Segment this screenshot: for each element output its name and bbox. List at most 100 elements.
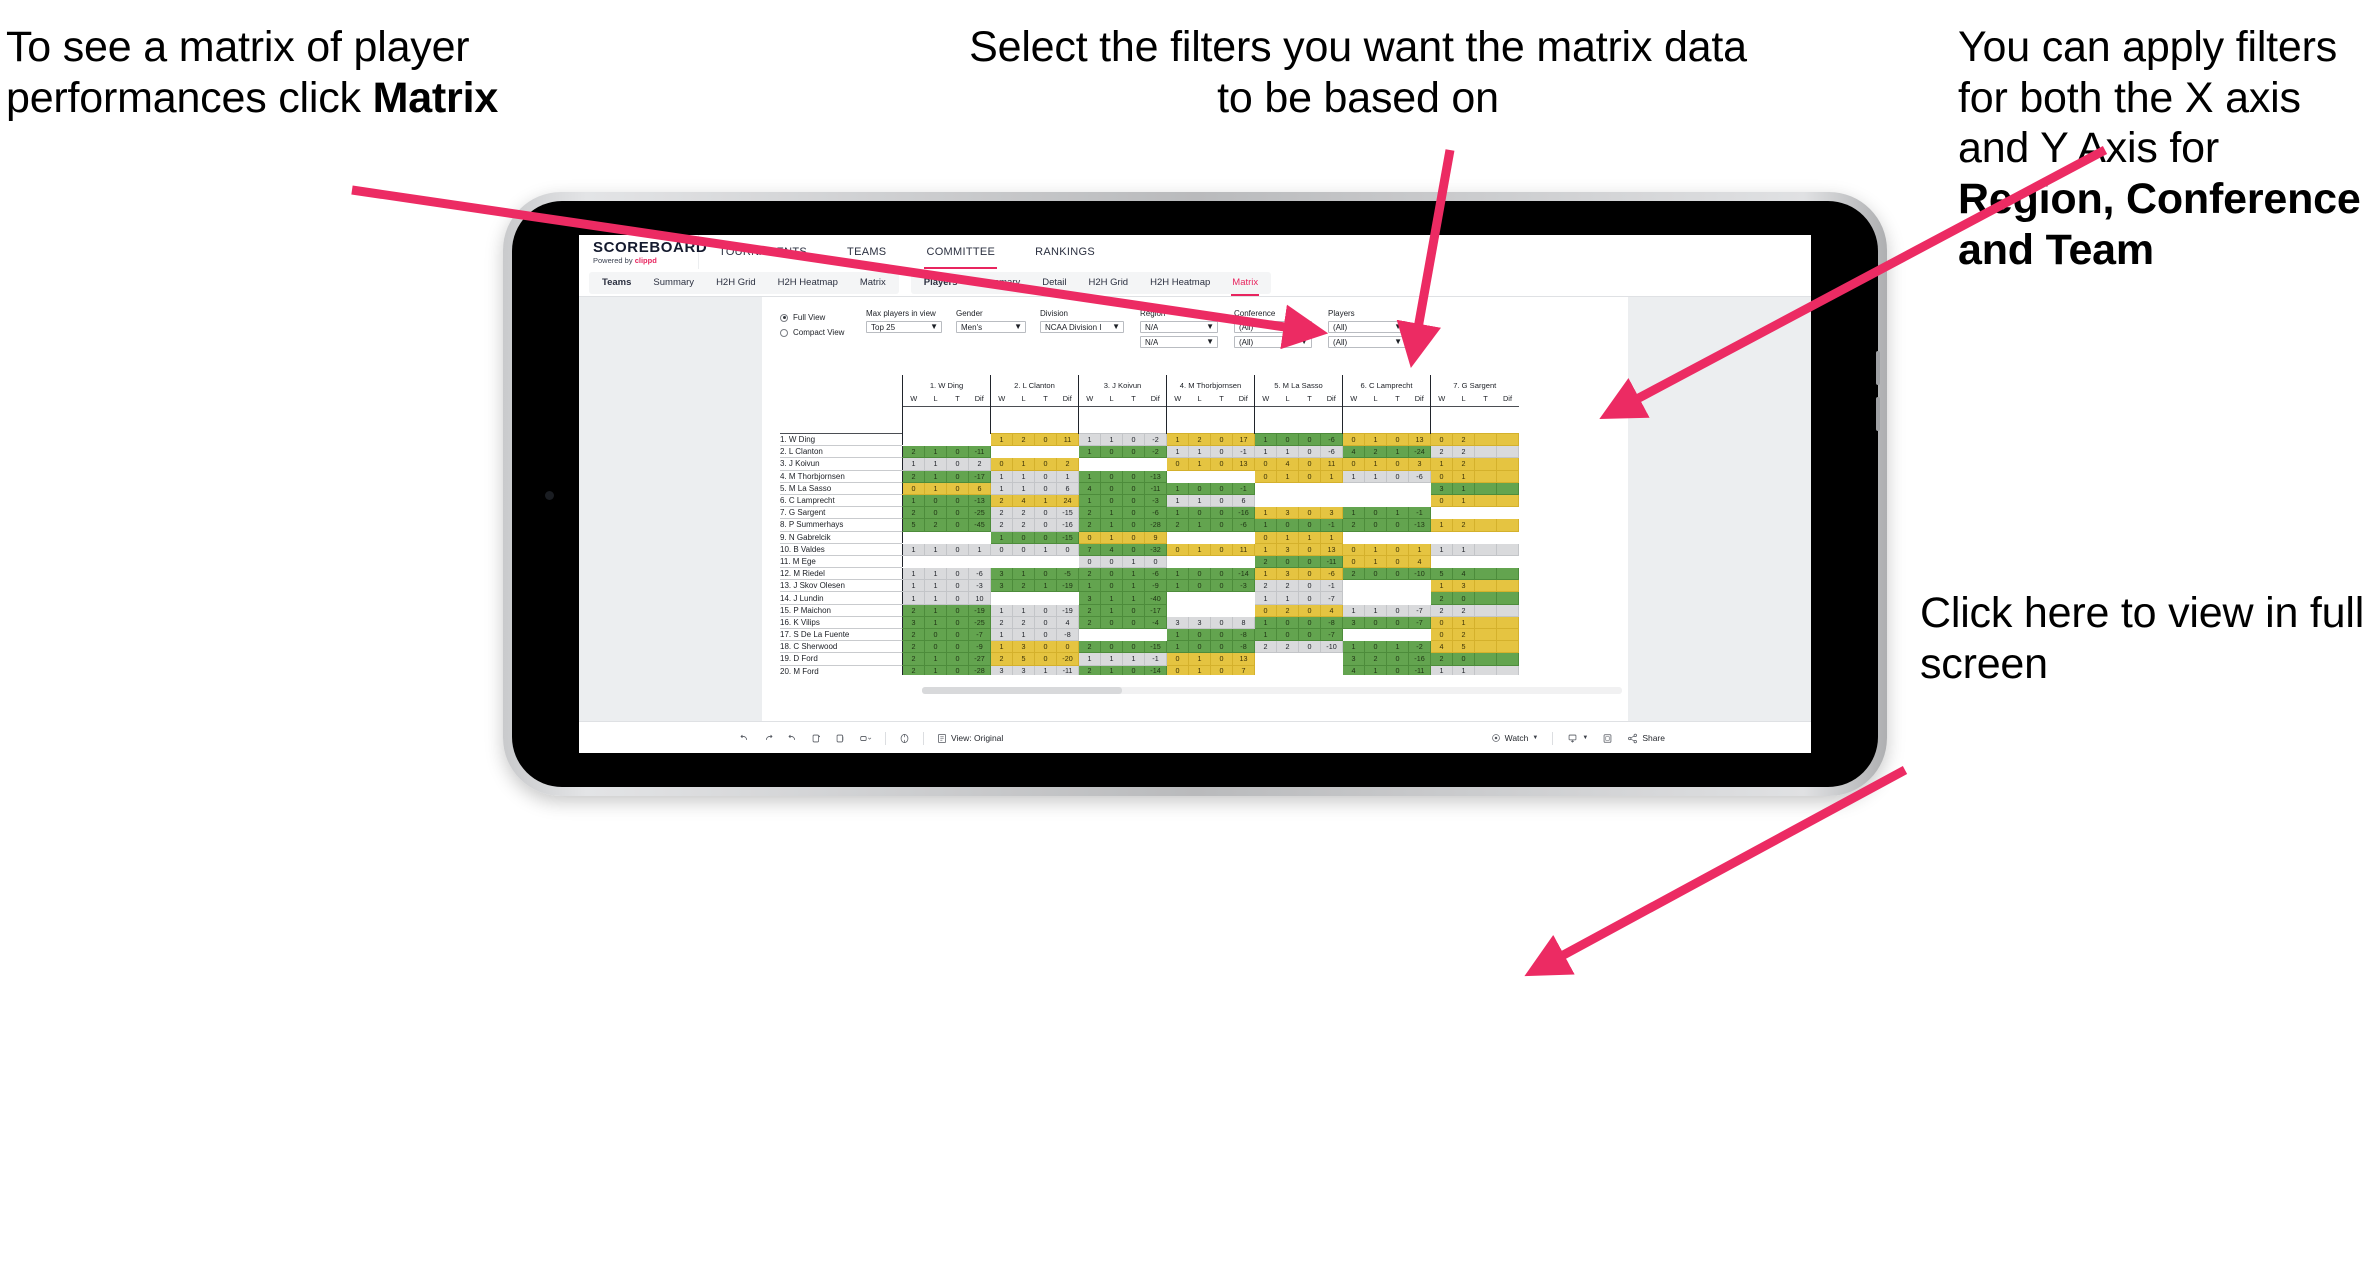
matrix-cell[interactable]: 13 [1320,542,1343,556]
matrix-cell[interactable] [1166,591,1189,605]
matrix-cell[interactable] [1474,567,1497,581]
matrix-cell[interactable] [1298,493,1321,508]
matrix-cell[interactable] [1474,652,1497,666]
table-row[interactable]: 6. C Lamprecht 1 0 0 -13 2 4 1 24 1 0 0 -3 1 1 0 6 0 1 [780,493,1519,508]
matrix-cell[interactable] [1496,481,1519,495]
matrix-cell[interactable]: -8 [1320,615,1343,630]
matrix-cell[interactable]: 1 [902,493,925,508]
matrix-cell[interactable]: 0 [1210,579,1233,593]
matrix-cell[interactable]: -14 [1232,567,1255,581]
matrix-cell[interactable]: 0 [1298,579,1321,593]
matrix-cell[interactable]: -6 [1320,432,1343,447]
matrix-cell[interactable]: 11 [1320,457,1343,471]
matrix-cell[interactable] [1474,615,1497,630]
matrix-cell[interactable] [1254,493,1277,508]
matrix-cell[interactable] [1496,591,1519,605]
matrix-cell[interactable]: 0 [1034,518,1057,532]
filter-region-y-select[interactable]: N/A ▼ [1140,336,1218,348]
matrix-cell[interactable]: 0 [1210,445,1233,459]
matrix-cell[interactable]: 2 [1342,518,1365,532]
matrix-cell[interactable] [1474,579,1497,593]
matrix-cell[interactable]: 0 [1298,518,1321,532]
matrix-cell[interactable]: 0 [946,542,969,556]
matrix-cell[interactable]: 3 [1430,481,1453,495]
matrix-cell[interactable] [1496,506,1519,520]
matrix-cell[interactable] [1474,518,1497,532]
matrix-cell[interactable] [1430,554,1453,569]
device-preview-icon[interactable] [899,733,910,744]
matrix-cell[interactable]: 0 [1386,615,1409,630]
matrix-cell[interactable]: -15 [1144,640,1167,654]
matrix-cell[interactable] [1100,457,1123,471]
matrix-cell[interactable]: 1 [1276,469,1299,483]
matrix-cell[interactable]: 0 [1386,603,1409,617]
matrix-cell[interactable] [1408,493,1431,508]
matrix-cell[interactable] [1320,652,1343,666]
radio-full-view-icon[interactable] [780,313,788,322]
matrix-row-header[interactable]: 20. M Ford [780,664,903,675]
matrix-cell[interactable]: 1 [1254,627,1277,642]
matrix-cell[interactable]: 2 [1078,664,1101,675]
matrix-cell[interactable]: 2 [1254,640,1277,654]
undo-icon[interactable] [739,733,750,744]
matrix-cell[interactable]: -25 [968,615,991,630]
matrix-cell[interactable]: 0 [1386,567,1409,581]
matrix-cell[interactable] [1078,457,1101,471]
matrix-cell[interactable] [1452,530,1475,544]
matrix-cell[interactable]: 0 [924,506,947,520]
matrix-cell[interactable]: 4 [1056,615,1079,630]
matrix-cell[interactable]: 0 [1122,530,1145,544]
matrix-cell[interactable] [1496,445,1519,459]
table-row[interactable]: 18. C Sherwood 2 0 0 -9 1 3 0 0 2 0 0 -15 1 0 0 -8 2 2 0 -10… [780,640,1519,654]
matrix-cell[interactable]: 2 [1364,445,1387,459]
matrix-cell[interactable]: 1 [1100,603,1123,617]
matrix-cell[interactable]: 13 [1408,432,1431,447]
matrix-cell[interactable]: 1 [924,652,947,666]
matrix-cell[interactable]: 1 [1364,457,1387,471]
matrix-cell[interactable]: 5 [1430,567,1453,581]
nav-rankings[interactable]: RANKINGS [1015,235,1115,269]
matrix-cell[interactable]: 0 [1386,652,1409,666]
matrix-cell[interactable]: -16 [1232,506,1255,520]
matrix-cell[interactable]: 0 [1210,493,1233,508]
matrix-cell[interactable]: 1 [1254,591,1277,605]
matrix-cell[interactable]: 1 [1056,469,1079,483]
matrix-cell[interactable]: 1 [1452,664,1475,675]
matrix-cell[interactable]: 1 [924,445,947,459]
matrix-cell[interactable]: 0 [1034,627,1057,642]
matrix-cell[interactable]: 0 [1012,542,1035,556]
table-row[interactable]: 4. M Thorbjornsen 2 1 0 -17 1 1 0 1 1 0 0 -13 0 1 0 1 1 1 0… [780,469,1519,483]
matrix-cell[interactable] [1496,615,1519,630]
matrix-cell[interactable] [1364,493,1387,508]
matrix-cell[interactable]: 1 [990,640,1013,654]
matrix-cell[interactable]: 1 [1386,506,1409,520]
matrix-cell[interactable]: 0 [1100,615,1123,630]
matrix-cell[interactable]: -20 [1056,652,1079,666]
matrix-cell[interactable]: 0 [1188,506,1211,520]
matrix-cell[interactable]: 0 [1386,542,1409,556]
matrix-cell[interactable] [1276,481,1299,495]
matrix-row-header[interactable]: 1. W Ding [780,432,903,446]
matrix-cell[interactable] [1452,554,1475,569]
matrix-cell[interactable]: 1 [1012,457,1035,471]
matrix-cell[interactable] [1100,627,1123,642]
matrix-cell[interactable]: 0 [1122,445,1145,459]
matrix-cell[interactable]: 3 [1452,579,1475,593]
matrix-cell[interactable]: 1 [1012,469,1035,483]
matrix-cell[interactable] [1320,493,1343,508]
matrix-cell[interactable]: 1 [990,530,1013,544]
matrix-cell[interactable]: 1 [968,542,991,556]
matrix-cell[interactable] [1342,530,1365,544]
matrix-cell[interactable] [1298,481,1321,495]
matrix-cell[interactable]: 1 [924,591,947,605]
matrix-cell[interactable]: -2 [1144,445,1167,459]
matrix-cell[interactable]: 24 [1056,493,1079,508]
matrix-cell[interactable]: 1 [1166,627,1189,642]
matrix-cell[interactable]: 1 [1254,615,1277,630]
matrix-cell[interactable] [1210,554,1233,569]
matrix-cell[interactable]: 4 [1408,554,1431,569]
matrix-cell[interactable]: 1 [1430,457,1453,471]
matrix-cell[interactable]: 0 [1122,640,1145,654]
matrix-cell[interactable] [1166,469,1189,483]
matrix-cell[interactable]: 0 [1430,493,1453,508]
